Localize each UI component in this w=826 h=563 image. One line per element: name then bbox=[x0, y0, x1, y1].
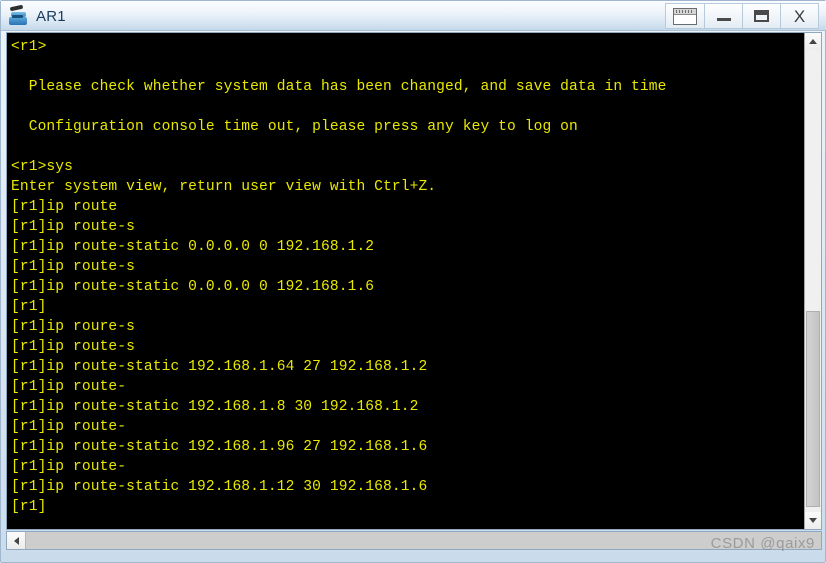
title-bar-left: AR1 bbox=[8, 1, 66, 31]
terminal-line: [r1]ip route-static 192.168.1.96 27 192.… bbox=[11, 439, 428, 455]
multi-window-icon bbox=[673, 7, 697, 25]
terminal-line: [r1]ip route-static 192.168.1.64 27 192.… bbox=[11, 359, 428, 375]
terminal-line: [r1]ip route-static 0.0.0.0 0 192.168.1.… bbox=[11, 279, 375, 295]
terminal-line: [r1]ip route- bbox=[11, 459, 127, 475]
terminal-line: [r1]ip route-s bbox=[11, 339, 136, 355]
terminal-output[interactable]: <r1> Please check whether system data ha… bbox=[7, 33, 804, 529]
minimize-icon bbox=[716, 17, 731, 21]
close-icon: X bbox=[793, 6, 806, 26]
scroll-down-button[interactable] bbox=[805, 512, 821, 529]
horizontal-scrollbar[interactable] bbox=[6, 531, 822, 550]
chevron-up-icon bbox=[809, 39, 817, 44]
terminal-line: [r1]ip route-static 0.0.0.0 0 192.168.1.… bbox=[11, 239, 375, 255]
terminal-frame: <r1> Please check whether system data ha… bbox=[6, 32, 822, 530]
horizontal-scrollbar-track[interactable] bbox=[26, 532, 821, 549]
minimize-button[interactable] bbox=[705, 3, 743, 29]
terminal-window: AR1 X <r1> Please check whether system d… bbox=[0, 0, 826, 563]
terminal-line: [r1] bbox=[11, 299, 47, 315]
maximize-button[interactable] bbox=[743, 3, 781, 29]
window-title: AR1 bbox=[36, 7, 66, 25]
terminal-line: [r1]ip route- bbox=[11, 379, 127, 395]
vertical-scrollbar-thumb[interactable] bbox=[806, 311, 820, 507]
scroll-left-button[interactable] bbox=[7, 532, 26, 549]
terminal-line: [r1]ip route bbox=[11, 199, 118, 215]
scroll-up-button[interactable] bbox=[805, 33, 821, 50]
terminal-line: <r1>sys bbox=[11, 159, 74, 175]
terminal-line: [r1]ip route-s bbox=[11, 219, 136, 235]
terminal-line: [r1]ip route-s bbox=[11, 259, 136, 275]
window-controls: X bbox=[665, 3, 819, 29]
close-button[interactable]: X bbox=[781, 3, 819, 29]
terminal-line: [r1]ip route-static 192.168.1.12 30 192.… bbox=[11, 479, 428, 495]
chevron-left-icon bbox=[13, 536, 19, 545]
terminal-line: [r1]ip route-static 192.168.1.8 30 192.1… bbox=[11, 399, 419, 415]
terminal-line: Please check whether system data has bee… bbox=[11, 79, 667, 95]
terminal-line: [r1] bbox=[11, 499, 47, 515]
terminal-line: [r1]ip route- bbox=[11, 419, 127, 435]
restore-multi-window-button[interactable] bbox=[665, 3, 705, 29]
title-bar[interactable]: AR1 X bbox=[1, 1, 826, 31]
terminal-line: [r1]ip roure-s bbox=[11, 319, 136, 335]
maximize-icon bbox=[754, 10, 769, 22]
vertical-scrollbar[interactable] bbox=[804, 33, 821, 529]
terminal-line: Configuration console time out, please p… bbox=[11, 119, 578, 135]
terminal-line: Enter system view, return user view with… bbox=[11, 179, 437, 195]
chevron-down-icon bbox=[809, 518, 817, 523]
terminal-line: <r1> bbox=[11, 39, 47, 55]
router-icon bbox=[8, 4, 30, 27]
